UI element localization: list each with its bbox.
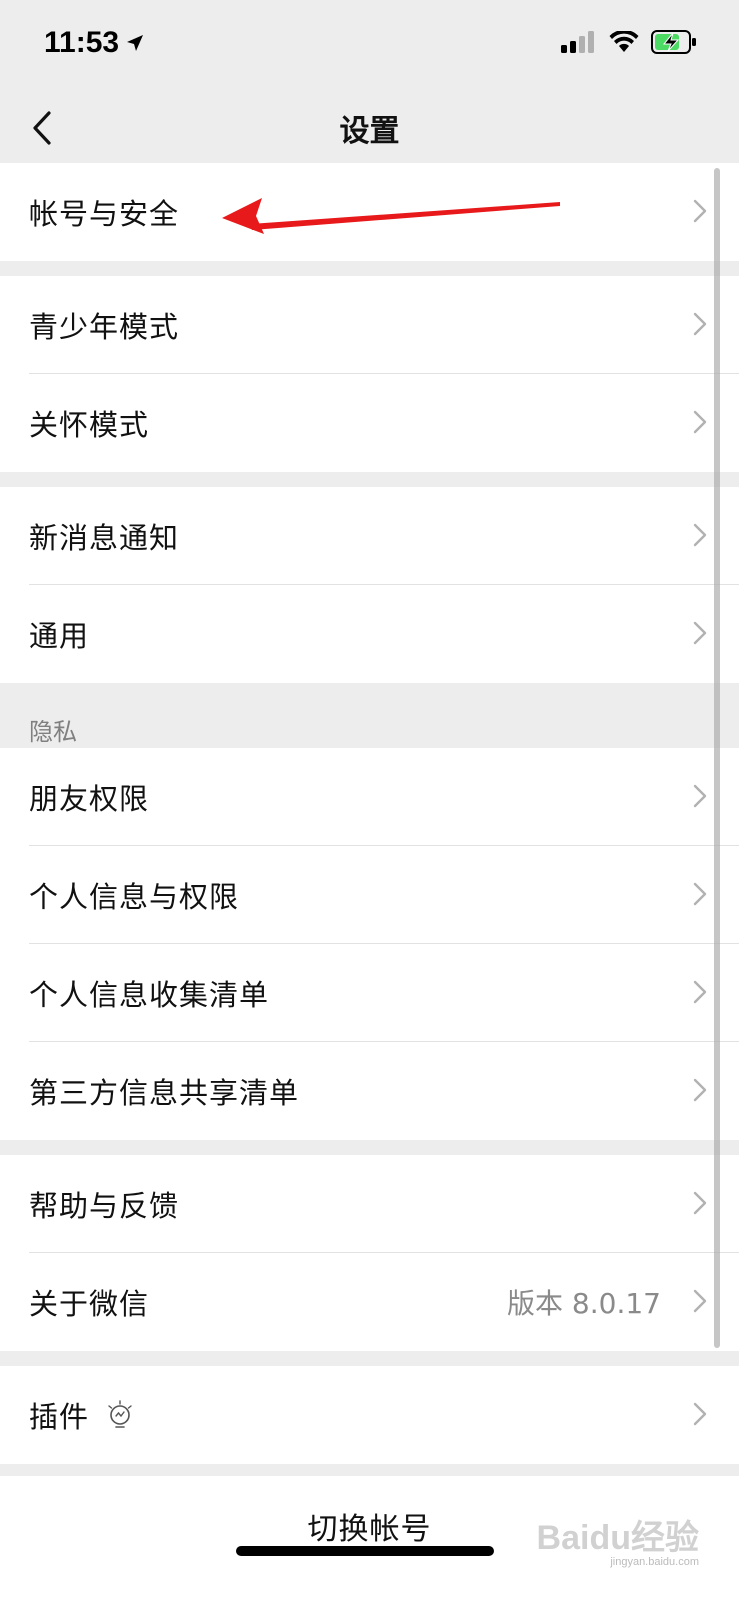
settings-item-help-feedback[interactable]: 帮助与反馈 xyxy=(0,1155,739,1253)
settings-item-label: 插件 xyxy=(29,1400,90,1434)
chevron-right-icon xyxy=(693,312,707,336)
chevron-right-icon xyxy=(693,1191,707,1215)
settings-item-label: 青少年模式 xyxy=(29,310,180,344)
chevron-right-icon xyxy=(693,621,707,645)
settings-item-label: 关于微信 xyxy=(29,1287,150,1321)
settings-group-modes: 青少年模式 关怀模式 xyxy=(0,276,739,472)
settings-item-personal-info-permissions[interactable]: 个人信息与权限 xyxy=(0,846,739,944)
settings-group-about: 帮助与反馈 关于微信 版本 8.0.17 xyxy=(0,1155,739,1351)
settings-group-general: 新消息通知 通用 xyxy=(0,487,739,683)
baidu-watermark: Baidu经验 xyxy=(536,1519,699,1557)
settings-item-label: 第三方信息共享清单 xyxy=(29,1076,300,1110)
baidu-watermark-url: jingyan.baidu.com xyxy=(610,1556,699,1568)
settings-item-general[interactable]: 通用 xyxy=(0,585,739,683)
settings-item-about-wechat[interactable]: 关于微信 版本 8.0.17 xyxy=(0,1253,739,1351)
lightbulb-icon xyxy=(108,1400,132,1428)
version-value: 版本 8.0.17 xyxy=(507,1287,661,1320)
annotation-arrow-icon xyxy=(222,198,560,234)
settings-item-plugins[interactable]: 插件 xyxy=(0,1366,739,1464)
settings-item-label: 个人信息收集清单 xyxy=(29,978,270,1012)
settings-item-label: 通用 xyxy=(29,619,90,653)
settings-item-label: 个人信息与权限 xyxy=(29,880,240,914)
settings-item-label: 新消息通知 xyxy=(29,521,180,555)
chevron-right-icon xyxy=(693,1402,707,1426)
settings-item-third-party-sharing-list[interactable]: 第三方信息共享清单 xyxy=(0,1042,739,1140)
settings-item-label: 帮助与反馈 xyxy=(29,1189,180,1223)
settings-item-label: 朋友权限 xyxy=(29,782,150,816)
scrollbar[interactable] xyxy=(714,168,720,1348)
settings-item-info-collection-list[interactable]: 个人信息收集清单 xyxy=(0,944,739,1042)
settings-item-label: 关怀模式 xyxy=(29,408,150,442)
home-indicator[interactable] xyxy=(236,1546,494,1556)
chevron-right-icon xyxy=(693,980,707,1004)
chevron-right-icon xyxy=(693,523,707,547)
chevron-right-icon xyxy=(693,1078,707,1102)
chevron-right-icon xyxy=(693,1289,707,1313)
section-header-privacy: 隐私 xyxy=(29,718,77,746)
settings-group-plugins: 插件 xyxy=(0,1366,739,1464)
chevron-right-icon xyxy=(693,882,707,906)
chevron-right-icon xyxy=(693,784,707,808)
settings-group-privacy: 朋友权限 个人信息与权限 个人信息收集清单 第三方信息共享清单 xyxy=(0,748,739,1140)
chevron-right-icon xyxy=(693,410,707,434)
settings-item-friend-permissions[interactable]: 朋友权限 xyxy=(0,748,739,846)
settings-item-notifications[interactable]: 新消息通知 xyxy=(0,487,739,585)
settings-item-care-mode[interactable]: 关怀模式 xyxy=(0,374,739,472)
